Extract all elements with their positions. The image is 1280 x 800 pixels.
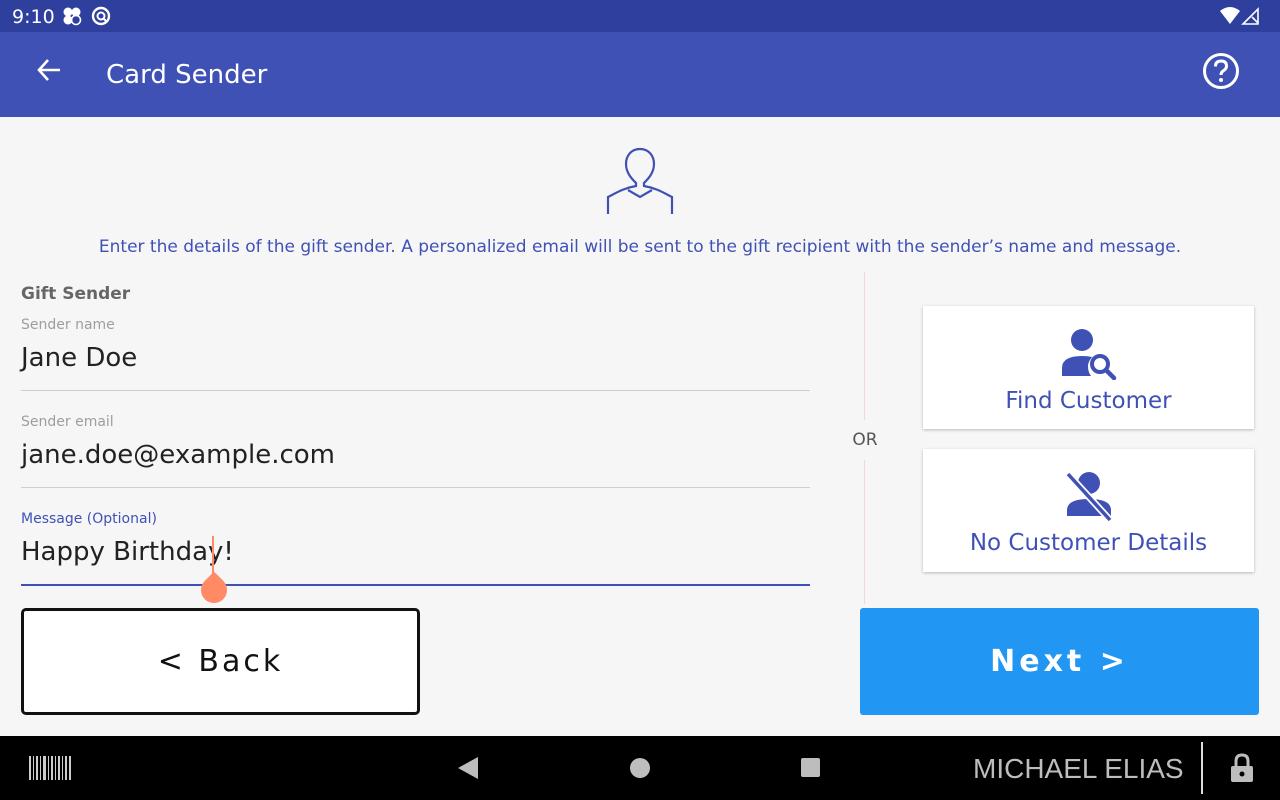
back-button[interactable]: < Back	[21, 608, 420, 715]
person-off-icon	[1064, 471, 1113, 523]
barcode-icon[interactable]	[29, 756, 71, 780]
wifi-icon	[1220, 7, 1240, 24]
or-label: OR	[852, 430, 878, 450]
field-underline	[21, 584, 810, 586]
field-label: Sender email	[21, 414, 114, 430]
person-outline-icon	[606, 147, 674, 214]
signal-icon	[1241, 7, 1259, 25]
person-search-icon	[1061, 329, 1116, 380]
section-label: Gift Sender	[21, 284, 131, 304]
status-bar: 9:10	[0, 0, 1280, 32]
find-customer-button[interactable]: Find Customer	[923, 306, 1254, 429]
sender-name-input[interactable]: Jane Doe	[21, 343, 810, 377]
fan-icon	[63, 7, 82, 26]
no-customer-details-label: No Customer Details	[969, 530, 1208, 556]
vertical-divider	[864, 272, 865, 420]
page-title: Card Sender	[106, 60, 268, 90]
text-cursor	[212, 536, 214, 576]
app-bar: Card Sender	[0, 32, 1280, 117]
nav-back-icon[interactable]	[457, 756, 479, 780]
no-customer-details-button[interactable]: No Customer Details	[923, 449, 1254, 572]
nav-separator	[1201, 742, 1203, 794]
field-underline	[21, 390, 810, 391]
status-time: 9:10	[12, 6, 55, 28]
intro-text: Enter the details of the gift sender. A …	[98, 237, 1182, 257]
help-circle-icon[interactable]	[1201, 51, 1241, 91]
nav-recents-icon[interactable]	[801, 758, 820, 777]
sender-name-field[interactable]: Sender name Jane Doe	[21, 317, 810, 391]
field-underline	[21, 487, 810, 488]
sender-email-field[interactable]: Sender email jane.doe@example.com	[21, 414, 810, 488]
sync-icon	[91, 6, 111, 26]
field-label: Sender name	[21, 317, 115, 333]
lock-icon[interactable]	[1230, 753, 1254, 783]
field-label: Message (Optional)	[21, 511, 157, 527]
find-customer-label: Find Customer	[1005, 388, 1172, 414]
message-field[interactable]: Message (Optional) Happy Birthday!	[21, 511, 810, 587]
user-name: MICHAEL ELIAS	[973, 753, 1184, 784]
message-input[interactable]: Happy Birthday!	[21, 537, 810, 571]
next-button[interactable]: Next >	[860, 608, 1259, 715]
nav-bar: MICHAEL ELIAS	[0, 736, 1280, 800]
sender-email-input[interactable]: jane.doe@example.com	[21, 440, 810, 474]
vertical-divider	[864, 460, 865, 604]
arrow-left-icon[interactable]	[34, 54, 66, 86]
nav-home-icon[interactable]	[630, 758, 650, 778]
